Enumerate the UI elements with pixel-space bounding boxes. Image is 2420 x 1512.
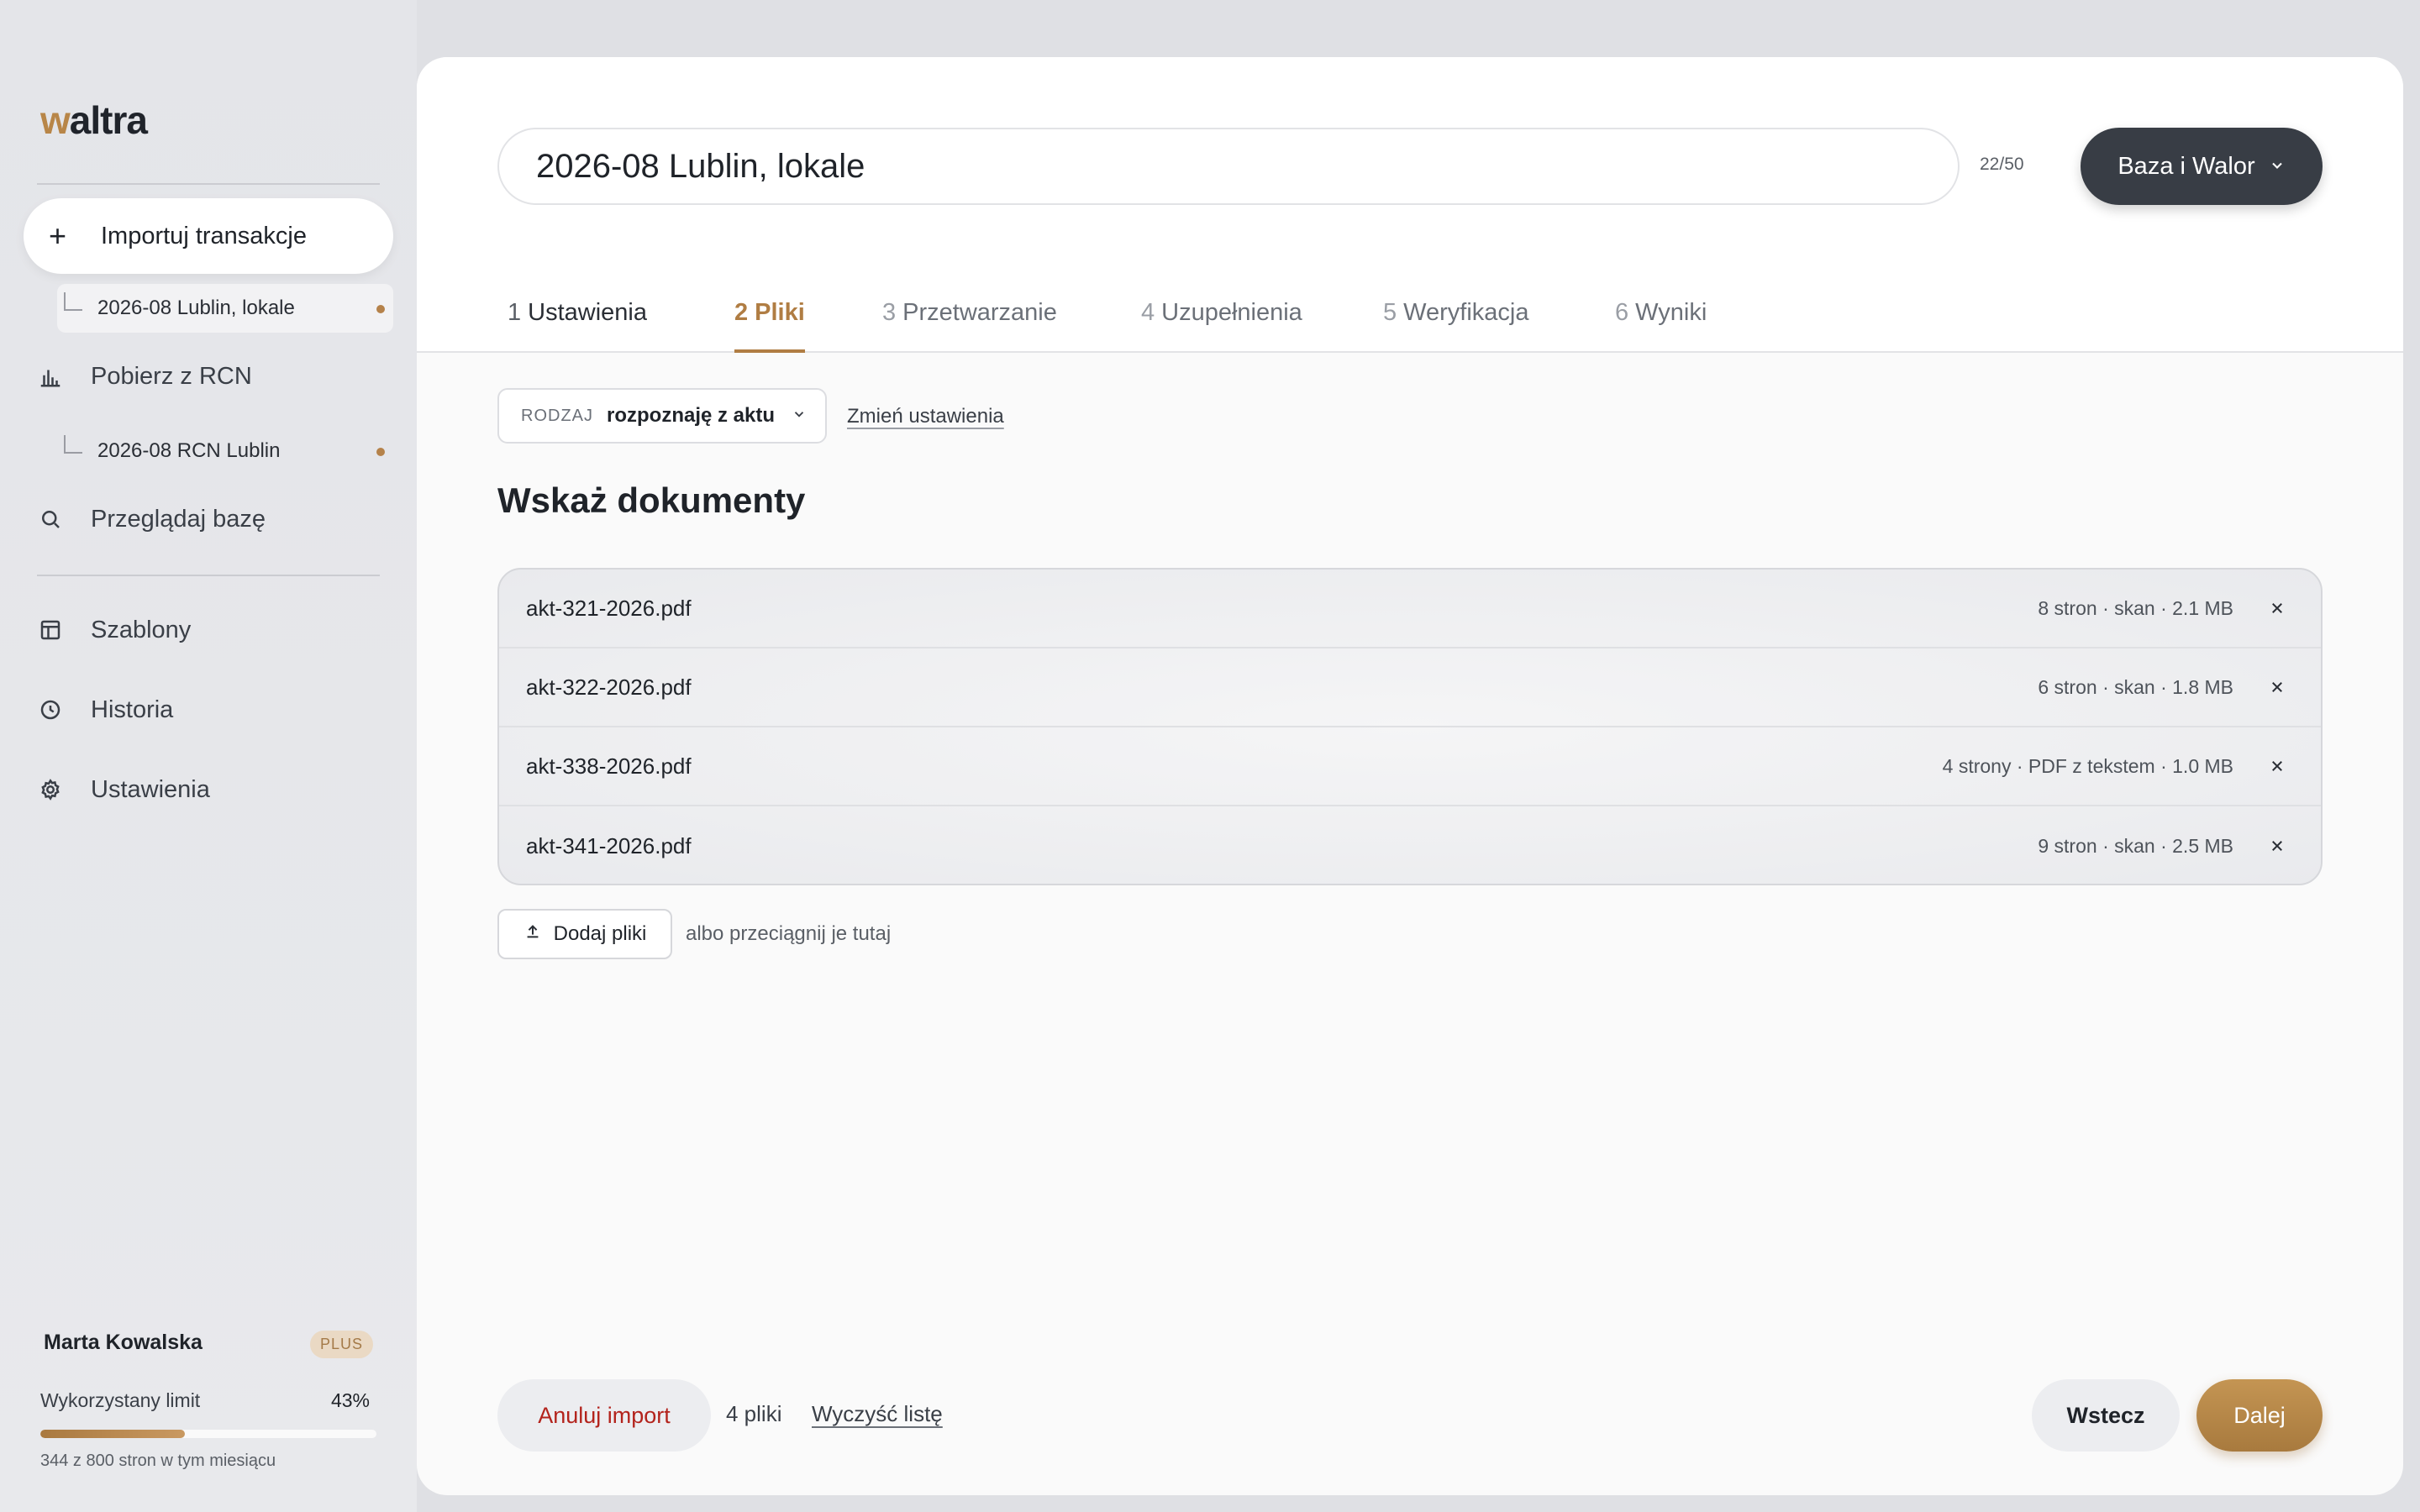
file-row: akt-341-2026.pdf 9 stron · skan · 2.5 MB [499,806,2321,884]
import-transactions-button[interactable]: + Importuj transakcje [24,198,393,274]
tab-supplements[interactable]: 4 Uzupełnienia [1141,292,1302,353]
chevron-down-icon [2269,153,2286,181]
sidebar-item-history[interactable]: Historia [37,685,390,735]
file-meta: 4 strony · PDF z tekstem · 1.0 MB [1942,754,2233,777]
sidebar-subitem-import-draft[interactable]: 2026-08 Lublin, lokale [57,284,393,333]
file-name: akt-321-2026.pdf [526,595,692,621]
cancel-import-button[interactable]: Anuluj import [497,1379,711,1452]
clock-icon [37,696,64,723]
sidebar-divider [37,183,380,185]
bar-chart-icon [37,363,64,390]
close-icon [2272,761,2282,771]
file-row: akt-322-2026.pdf 6 stron · skan · 1.8 MB [499,648,2321,727]
upload-icon [523,922,542,947]
unsaved-dot [376,448,385,456]
unsaved-dot [376,305,385,313]
organization-dropdown[interactable]: Baza i Walor [2081,128,2323,205]
sidebar-item-settings[interactable]: Ustawienia [37,764,390,815]
search-icon [37,506,64,533]
limit-percent: 43% [330,1389,370,1411]
file-count: 4 pliki [726,1401,782,1426]
remove-file-button[interactable] [2267,677,2287,697]
tab-processing[interactable]: 3 Przetwarzanie [882,292,1057,353]
user-name: Marta Kowalska [44,1331,203,1354]
remove-file-button[interactable] [2267,836,2287,856]
template-icon [37,617,64,643]
drop-hint: albo przeciągnij je tutaj [686,922,892,945]
file-meta: 6 stron · skan · 1.8 MB [2038,675,2233,698]
add-files-button[interactable]: Dodaj pliki [497,909,672,959]
file-row: akt-338-2026.pdf 4 strony · PDF z tekste… [499,727,2321,806]
file-name: akt-338-2026.pdf [526,753,692,779]
clear-list-link[interactable]: Wyczyść listę [812,1401,943,1427]
next-button[interactable]: Dalej [2196,1379,2323,1452]
tree-branch-icon [64,292,82,311]
gear-icon [37,776,64,803]
limit-note: 344 z 800 stron w tym miesiącu [40,1452,276,1470]
main-panel: 2026-08 Lublin, lokale 22/50 Baza i Walo… [417,57,2403,1495]
remove-file-button[interactable] [2267,598,2287,618]
sidebar-divider [37,575,380,576]
plus-icon: + [49,218,67,253]
file-meta: 9 stron · skan · 2.5 MB [2038,834,2233,857]
wizard-steps: 1 Ustawienia 2 Pliki 3 Przetwarzanie 4 Uzupe… [417,292,2403,353]
chevron-down-icon [775,407,807,426]
sidebar-item-browse[interactable]: Przeglądaj bazę [37,494,390,544]
back-button[interactable]: Wstecz [2032,1379,2180,1452]
file-name: akt-341-2026.pdf [526,832,692,858]
sidebar: waltra + Importuj transakcje 2026-08 Lub… [0,0,417,1512]
file-row: akt-321-2026.pdf 8 stron · skan · 2.1 MB [499,570,2321,648]
document-kind-select[interactable]: RODZAJ rozpoznaję z aktu [497,388,827,444]
tree-branch-icon [64,435,82,454]
close-icon [2272,841,2282,851]
title-char-count: 22/50 [1980,155,2024,174]
change-settings-link[interactable]: Zmień ustawienia [847,405,1004,428]
file-list: akt-321-2026.pdf 8 stron · skan · 2.1 MB… [497,568,2323,885]
sidebar-item-templates[interactable]: Szablony [37,605,390,655]
limit-label: Wykorzystany limit [40,1389,201,1411]
import-title-input[interactable]: 2026-08 Lublin, lokale [497,128,1960,205]
plan-badge: PLUS [309,1331,373,1358]
tab-files[interactable]: 2 Pliki [734,292,805,353]
app-logo[interactable]: waltra [40,97,148,143]
close-icon [2272,682,2282,692]
close-icon [2272,603,2282,613]
tab-results[interactable]: 6 Wyniki [1615,292,1707,353]
sidebar-item-rcn[interactable]: Pobierz z RCN [37,351,390,402]
remove-file-button[interactable] [2267,756,2287,776]
tab-settings[interactable]: 1 Ustawienia [508,292,647,353]
limit-progress-fill [40,1430,185,1438]
limit-progress-bar [40,1430,376,1438]
section-title: Wskaż dokumenty [497,480,806,520]
tab-verification[interactable]: 5 Weryfikacja [1383,292,1528,353]
file-meta: 8 stron · skan · 2.1 MB [2038,596,2233,619]
file-name: akt-322-2026.pdf [526,674,692,700]
sidebar-subitem-rcn-draft[interactable]: 2026-08 RCN Lublin [57,427,393,475]
